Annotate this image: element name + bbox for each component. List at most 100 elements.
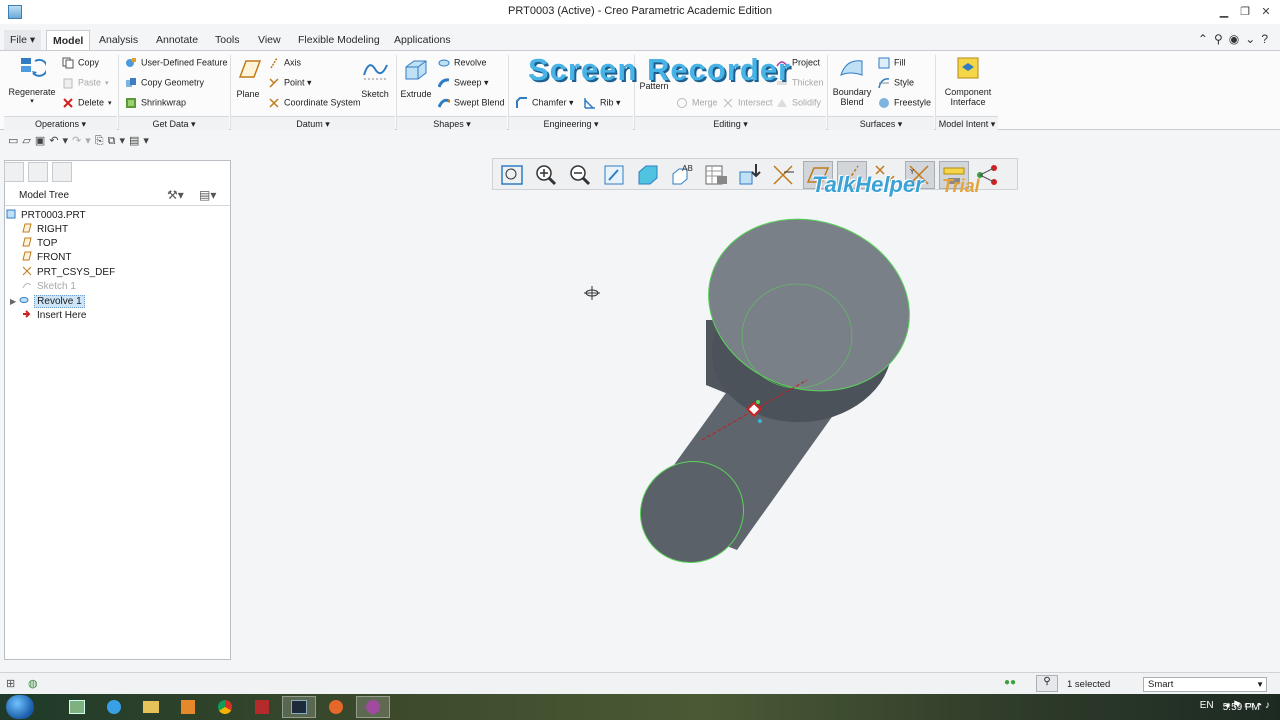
tab-tools[interactable]: Tools [209, 30, 246, 50]
tree-item-front[interactable]: FRONT [22, 251, 71, 265]
component-interface-button[interactable]: Component Interface [940, 55, 996, 107]
rib-button[interactable]: Rib ▾ [584, 97, 621, 109]
axis-button[interactable]: Axis [268, 57, 301, 69]
tree-item-csys[interactable]: PRT_CSYS_DEF [22, 266, 115, 280]
delete-x-icon [63, 98, 73, 108]
datum-group-label[interactable]: Datum ▾ [231, 116, 395, 130]
find-icon[interactable]: ⚲ [1036, 675, 1058, 692]
taskbar-app-ie[interactable] [97, 696, 131, 718]
tree-item-label: PRT_CSYS_DEF [37, 267, 116, 278]
open-file-icon[interactable]: ▱ [22, 135, 34, 147]
merge-button[interactable]: Merge [676, 97, 718, 109]
boundary-blend-button[interactable]: Boundary Blend [832, 55, 872, 107]
customize-quick-access-icon[interactable]: ▾ [143, 135, 153, 147]
user-defined-feature-button[interactable]: User-Defined Feature [125, 57, 228, 69]
tab-analysis[interactable]: Analysis [93, 30, 144, 50]
undo-icon[interactable]: ↶ [49, 135, 62, 147]
tab-view[interactable]: View [252, 30, 287, 50]
copy-button[interactable]: Copy [62, 57, 99, 69]
tab-annotate[interactable]: Annotate [150, 30, 204, 50]
get-data-group-label[interactable]: Get Data ▾ [119, 116, 229, 130]
taskbar-app-talkhelper[interactable] [356, 696, 390, 718]
start-button[interactable] [6, 695, 34, 719]
browser-toggle-icon[interactable]: ◍ [28, 677, 38, 690]
model-tree-tab-icon[interactable] [4, 162, 24, 182]
chamfer-button[interactable]: Chamfer ▾ [516, 97, 574, 109]
tab-flexible-modeling[interactable]: Flexible Modeling [292, 30, 386, 50]
redo-icon[interactable]: ↷ [72, 135, 85, 147]
plane-button[interactable]: Plane [234, 57, 262, 99]
tree-item-revolve[interactable]: ▶ Revolve 1 [10, 295, 85, 309]
taskbar-app-creo-desktop[interactable] [60, 696, 94, 718]
fill-label: Fill [894, 57, 906, 68]
collapse-ribbon-icon[interactable]: ⌃ [1198, 32, 1214, 46]
navigator-toggle-icon[interactable]: ⊞ [6, 677, 15, 690]
search-icon[interactable]: ⚲ [1214, 32, 1229, 46]
selection-filter-select[interactable]: Smart ▼ [1143, 677, 1267, 692]
revolved-part[interactable] [622, 194, 932, 582]
freestyle-button[interactable]: Freestyle [878, 97, 931, 109]
tree-item-insert-here[interactable]: Insert Here [22, 309, 86, 323]
intersect-button[interactable]: Intersect [722, 97, 773, 109]
taskbar-app-creo[interactable] [282, 696, 316, 718]
taskbar-app-chrome[interactable] [208, 696, 242, 718]
regenerate-quick-icon[interactable]: ⎘ [95, 135, 108, 147]
help-icon[interactable]: ◉ [1229, 32, 1245, 46]
regenerate-button[interactable]: Regenerate ▾ [6, 55, 58, 105]
editing-group-label[interactable]: Editing ▾ [635, 116, 826, 130]
paste-button[interactable]: Paste ▾ [62, 77, 109, 89]
tree-show-icon[interactable]: ▤▾ [199, 188, 216, 202]
new-file-icon[interactable]: ▭ [8, 135, 22, 147]
coordinate-system-button[interactable]: Coordinate System [268, 97, 361, 109]
file-menu-tab[interactable]: File ▾ [4, 30, 42, 50]
merge-icon [677, 98, 687, 108]
save-icon[interactable]: ▣ [35, 135, 49, 147]
taskbar-app-red[interactable] [245, 696, 279, 718]
model-intent-group-label[interactable]: Model Intent ▾ [936, 116, 998, 130]
help-question-icon[interactable]: ? [1261, 32, 1274, 46]
folder-browser-tab-icon[interactable] [28, 162, 48, 182]
taskbar-app-firefox[interactable] [319, 696, 353, 718]
shapes-group-label[interactable]: Shapes ▾ [397, 116, 507, 130]
expand-arrow-icon[interactable]: ▶ [10, 297, 16, 306]
regenerate-dropdown-icon[interactable]: ▾ [6, 97, 58, 105]
language-indicator[interactable]: EN [1200, 700, 1214, 711]
fill-button[interactable]: Fill [878, 57, 906, 69]
taskbar-app-explorer[interactable] [134, 696, 168, 718]
sketch-button[interactable]: Sketch [360, 57, 390, 99]
windows-dropdown-icon[interactable]: ▾ [119, 135, 129, 147]
style-button[interactable]: Style [878, 77, 914, 89]
maximize-button[interactable]: ❐ [1235, 4, 1255, 20]
surfaces-group-label[interactable]: Surfaces ▾ [828, 116, 934, 130]
tree-settings-icon[interactable]: ⚒▾ [167, 188, 184, 202]
tab-applications[interactable]: Applications [388, 30, 457, 50]
undo-dropdown-icon[interactable]: ▾ [63, 135, 73, 147]
point-button[interactable]: Point ▾ [268, 77, 312, 89]
redo-dropdown-icon[interactable]: ▾ [85, 135, 95, 147]
engineering-group-label[interactable]: Engineering ▾ [509, 116, 633, 130]
shrinkwrap-button[interactable]: Shrinkwrap [125, 97, 186, 109]
tree-item-part[interactable]: PRT0003.PRT [6, 209, 86, 223]
tree-item-top[interactable]: TOP [22, 237, 57, 251]
clock[interactable]: 5:59 PM [1223, 702, 1260, 713]
sweep-button[interactable]: Sweep ▾ [438, 77, 489, 89]
tree-item-right[interactable]: RIGHT [22, 223, 68, 237]
tree-item-sketch[interactable]: Sketch 1 [22, 280, 76, 294]
minimize-button[interactable]: ▁ [1214, 4, 1234, 20]
operations-group-label[interactable]: Operations ▾ [4, 116, 117, 130]
graphics-window[interactable]: TalkHelper Trial [232, 150, 1276, 668]
tab-model[interactable]: Model [46, 30, 91, 50]
help-menu-icon[interactable]: ⌄ [1245, 32, 1261, 46]
favorites-tab-icon[interactable] [52, 162, 72, 182]
close-button[interactable]: ✕ [1256, 4, 1276, 20]
extrude-button[interactable]: Extrude [400, 57, 432, 99]
solidify-icon [777, 99, 787, 107]
close-window-icon[interactable]: ▤ [129, 135, 143, 147]
solidify-button[interactable]: Solidify [776, 97, 821, 109]
revolve-button[interactable]: Revolve [438, 57, 487, 69]
delete-button[interactable]: Delete ▾ [62, 97, 112, 109]
swept-blend-button[interactable]: Swept Blend [438, 97, 505, 109]
windows-icon[interactable]: ⧉ [108, 135, 120, 147]
copy-geometry-button[interactable]: Copy Geometry [125, 77, 204, 89]
taskbar-app-media[interactable] [171, 696, 205, 718]
